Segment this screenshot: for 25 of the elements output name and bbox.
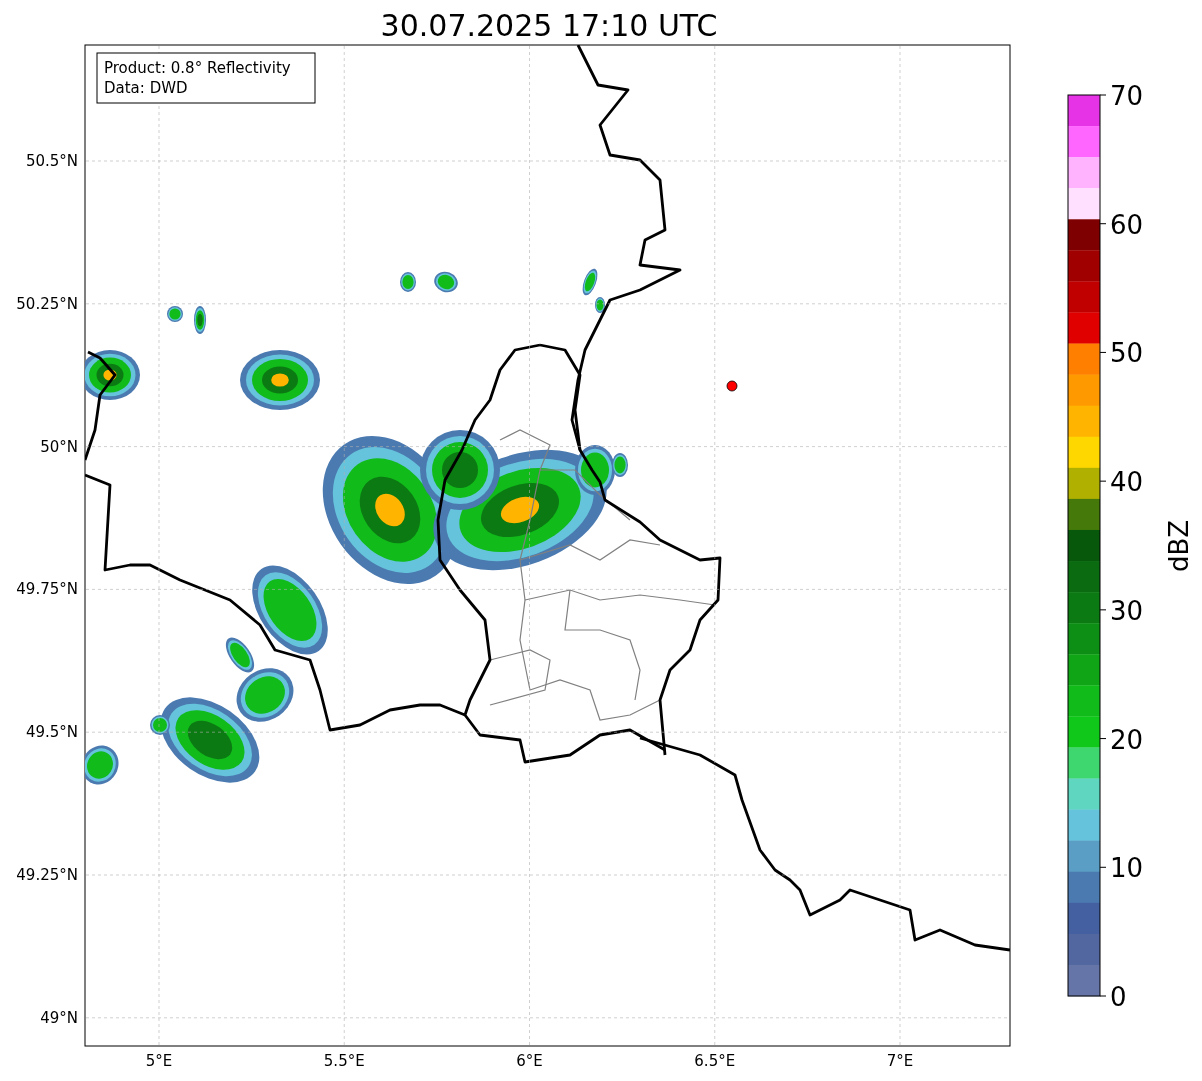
colorbar-tick-label: 30 bbox=[1110, 595, 1144, 626]
colorbar-tick-label: 0 bbox=[1110, 982, 1127, 1012]
colorbar-tick-label: 10 bbox=[1110, 853, 1144, 884]
longitude-label: 7°E bbox=[886, 1052, 914, 1070]
latitude-label: 50.5°N bbox=[25, 152, 78, 170]
longitude-label: 5°E bbox=[145, 1052, 173, 1070]
colorbar-tick-label: 40 bbox=[1110, 467, 1144, 498]
info-text: Product: 0.8° Reflectivity bbox=[104, 59, 291, 77]
colorbar-tick-label: 20 bbox=[1110, 724, 1144, 755]
latitude-label: 49°N bbox=[40, 1008, 78, 1027]
chart-title: 30.07.2025 17:10 UTC bbox=[380, 8, 718, 43]
longitude-label: 5.5°E bbox=[323, 1052, 365, 1070]
longitude-label: 6.5°E bbox=[694, 1052, 736, 1070]
latitude-label: 50°N bbox=[40, 437, 78, 456]
longitude-label: 6°E bbox=[516, 1052, 543, 1070]
latitude-label: 49.5°N bbox=[25, 723, 78, 742]
radar-site-marker bbox=[726, 380, 738, 392]
latitude-label: 49.75°N bbox=[16, 580, 78, 599]
info-text: Data: DWD bbox=[104, 79, 188, 97]
colorbar-tick-label: 50 bbox=[1110, 338, 1144, 369]
colorbar-label: dBZ bbox=[1164, 519, 1194, 573]
colorbar-tick-label: 70 bbox=[1110, 81, 1144, 111]
latitude-label: 49.25°N bbox=[16, 866, 78, 884]
colorbar-tick-label: 60 bbox=[1110, 209, 1144, 240]
latitude-label: 50.25°N bbox=[16, 294, 78, 313]
